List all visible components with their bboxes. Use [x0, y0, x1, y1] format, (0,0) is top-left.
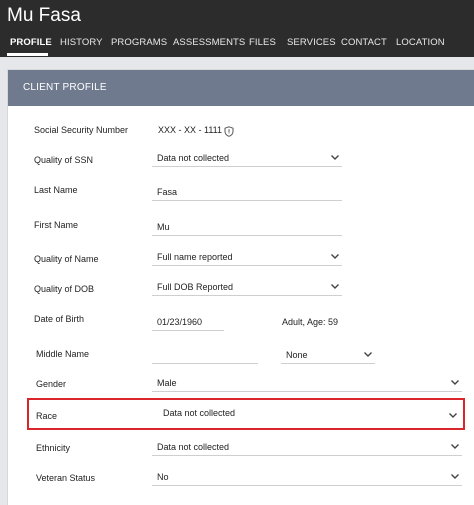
ethnicity-value: Data not collected [157, 442, 230, 452]
dob-label: Date of Birth [34, 314, 85, 324]
suffix-select[interactable]: None [281, 348, 375, 364]
quality-dob-select[interactable]: Full DOB Reported [152, 280, 342, 296]
panel-title: CLIENT PROFILE [23, 82, 107, 93]
shield-icon[interactable] [224, 124, 234, 137]
chevron-down-icon [330, 281, 340, 291]
ethnicity-label: Ethnicity [36, 443, 71, 453]
quality-dob-label: Quality of DOB [34, 284, 95, 294]
dob-field[interactable]: 01/23/1960 [152, 315, 224, 331]
veteran-status-select[interactable]: No [152, 470, 462, 486]
tab-files[interactable]: FILES [249, 37, 276, 48]
tab-history[interactable]: HISTORY [60, 37, 103, 48]
quality-dob-value: Full DOB Reported [157, 282, 234, 292]
tab-assessments[interactable]: ASSESSMENTS [173, 37, 245, 48]
chevron-down-icon [450, 377, 460, 387]
chevron-down-icon [450, 471, 460, 481]
tab-programs[interactable]: PROGRAMS [111, 37, 167, 48]
ssn-value: XXX - XX - 1111 [158, 125, 223, 135]
age-label: Adult, Age: [282, 317, 326, 327]
active-tab-indicator [7, 53, 48, 56]
race-value: Data not collected [163, 408, 236, 418]
suffix-value: None [286, 350, 308, 360]
client-name: Mu Fasa [7, 5, 81, 26]
veteran-status-label: Veteran Status [36, 473, 96, 483]
gender-label: Gender [36, 379, 67, 389]
age-value: 59 [328, 317, 339, 327]
middle-name-field[interactable] [152, 348, 258, 364]
gender-select[interactable]: Male [152, 376, 462, 392]
app-header: Mu Fasa PROFILE HISTORY PROGRAMS ASSESSM… [0, 0, 474, 57]
tab-bar: PROFILE HISTORY PROGRAMS ASSESSMENTS FIL… [0, 34, 474, 57]
veteran-status-value: No [157, 472, 169, 482]
quality-name-select[interactable]: Full name reported [152, 250, 342, 266]
panel-header: CLIENT PROFILE [8, 70, 474, 106]
last-name-value: Fasa [157, 187, 178, 197]
quality-name-value: Full name reported [157, 252, 233, 262]
chevron-down-icon [363, 349, 373, 359]
tab-contact[interactable]: CONTACT [341, 37, 387, 48]
chevron-down-icon [330, 251, 340, 261]
quality-name-label: Quality of Name [34, 254, 99, 264]
tab-location[interactable]: LOCATION [396, 37, 445, 48]
quality-ssn-select[interactable]: Data not collected [152, 151, 342, 167]
chevron-down-icon [448, 410, 458, 420]
last-name-label: Last Name [34, 185, 78, 195]
last-name-field[interactable]: Fasa [152, 185, 342, 201]
chevron-down-icon [330, 152, 340, 162]
first-name-label: First Name [34, 220, 79, 230]
dob-value: 01/23/1960 [157, 317, 203, 327]
ethnicity-select[interactable]: Data not collected [152, 440, 462, 456]
race-label: Race [36, 411, 58, 421]
ssn-label: Social Security Number [34, 125, 129, 135]
middle-name-label: Middle Name [36, 349, 90, 359]
tab-services[interactable]: SERVICES [287, 37, 336, 48]
quality-ssn-value: Data not collected [157, 153, 230, 163]
chevron-down-icon [450, 441, 460, 451]
gender-value: Male [157, 378, 177, 388]
race-select[interactable]: Data not collected [158, 406, 460, 422]
first-name-field[interactable]: Mu [152, 220, 342, 236]
tab-profile[interactable]: PROFILE [10, 37, 52, 48]
first-name-value: Mu [157, 222, 170, 232]
quality-ssn-label: Quality of SSN [34, 155, 94, 165]
